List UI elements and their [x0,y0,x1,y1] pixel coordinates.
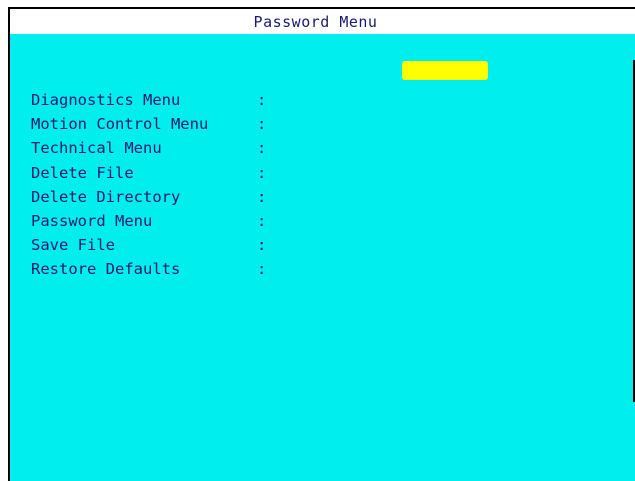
menu-item-save-file[interactable]: Save File : [31,233,291,257]
menu-item-password[interactable]: Password Menu : [31,209,291,233]
menu-item-separator: : [257,163,267,182]
menu-item-separator: : [257,260,267,279]
menu-item-separator: : [257,139,267,158]
menu-panel: Diagnostics Menu : Motion Control Menu :… [8,34,635,481]
menu-item-delete-directory[interactable]: Delete Directory : [31,185,291,209]
menu-item-diagnostics[interactable]: Diagnostics Menu : [31,88,291,112]
menu-item-label: Restore Defaults [31,260,181,279]
menu-item-delete-file[interactable]: Delete File : [31,161,291,185]
title-bar: Password Menu [8,7,635,34]
menu-item-label: Motion Control Menu [31,115,209,134]
menu-item-separator: : [257,236,267,255]
menu-item-restore-defaults[interactable]: Restore Defaults : [31,257,291,281]
menu-item-technical[interactable]: Technical Menu : [31,136,291,160]
menu-item-label: Technical Menu [31,139,162,158]
menu-item-motion-control[interactable]: Motion Control Menu : [31,112,291,136]
menu-item-label: Delete Directory [31,187,181,206]
menu-item-separator: : [257,187,267,206]
menu-item-separator: : [257,91,267,109]
menu-item-label: Password Menu [31,211,153,230]
menu-item-separator: : [257,115,267,134]
menu-item-separator: : [257,211,267,230]
permission-list: Diagnostics Menu : Motion Control Menu :… [31,88,291,282]
password-input[interactable] [402,61,488,80]
menu-item-label: Diagnostics Menu [31,91,181,109]
menu-item-label: Save File [31,236,115,255]
password-menu-screen: Password Menu Diagnostics Menu : Motion … [0,0,635,481]
window-title: Password Menu [253,12,378,31]
menu-item-label: Delete File [31,163,134,182]
